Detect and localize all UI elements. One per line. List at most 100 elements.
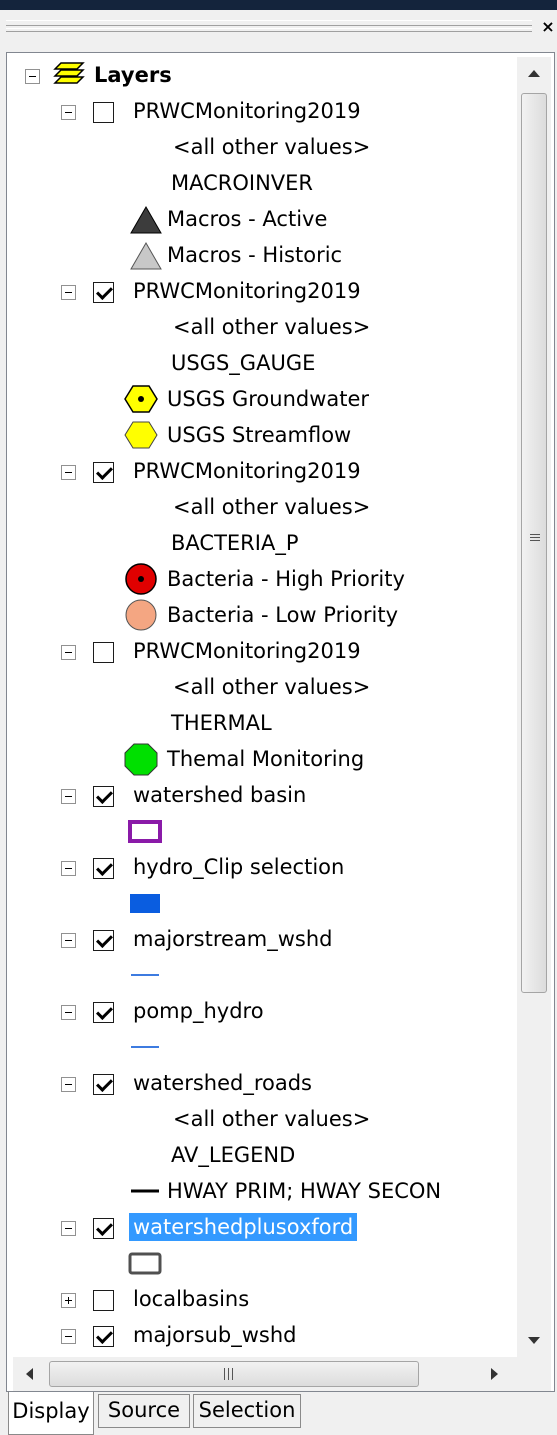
collapse-toggle[interactable] <box>25 69 40 84</box>
layer-name[interactable]: watershed basin <box>133 781 306 809</box>
layer-row[interactable]: watershed basin <box>7 777 517 813</box>
legend-class[interactable]: Macros - Active <box>7 201 517 237</box>
legend-field-name: BACTERIA_P <box>171 531 299 555</box>
collapse-toggle[interactable] <box>61 1005 76 1020</box>
close-button[interactable]: × <box>539 18 557 36</box>
layer-name[interactable]: localbasins <box>133 1285 249 1313</box>
layer-name[interactable]: PRWCMonitoring2019 <box>133 277 361 305</box>
layer-visibility-checkbox[interactable] <box>93 282 114 303</box>
legend-class[interactable]: HWAY PRIM; HWAY SECON <box>7 1173 517 1209</box>
layer-row[interactable]: PRWCMonitoring2019 <box>7 273 517 309</box>
collapse-toggle[interactable] <box>61 1077 76 1092</box>
layer-visibility-checkbox[interactable] <box>93 1290 114 1311</box>
tab-source[interactable]: Source <box>98 1394 190 1428</box>
expand-toggle[interactable] <box>61 1293 76 1308</box>
layer-row[interactable]: watershedplusoxford <box>7 1209 517 1245</box>
thumb-grip-icon <box>222 1368 236 1380</box>
legend-class[interactable]: USGS Streamflow <box>7 417 517 453</box>
vertical-scroll-thumb[interactable] <box>521 93 547 993</box>
line-black-icon <box>131 1189 159 1193</box>
tab-display[interactable]: Display <box>8 1392 94 1435</box>
legend-field-name: MACROINVER <box>171 171 314 195</box>
legend-symbol[interactable] <box>7 813 517 849</box>
hexagon-icon <box>124 421 158 449</box>
legend-class[interactable]: Bacteria - Low Priority <box>7 597 517 633</box>
legend-other-values: <all other values> <box>173 135 371 159</box>
layer-visibility-checkbox[interactable] <box>93 1326 114 1347</box>
layer-row[interactable]: PRWCMonitoring2019 <box>7 633 517 669</box>
layer-name[interactable]: watershedplusoxford <box>129 1213 358 1241</box>
layer-name[interactable]: watershed_roads <box>133 1069 312 1097</box>
collapse-toggle[interactable] <box>61 861 76 876</box>
scroll-down-arrow-icon[interactable] <box>517 1323 551 1357</box>
layer-visibility-checkbox[interactable] <box>93 1218 114 1239</box>
layer-name[interactable]: majorstream_wshd <box>133 925 333 953</box>
scroll-right-arrow-icon[interactable] <box>477 1357 511 1391</box>
legend-field-name: USGS_GAUGE <box>171 351 316 375</box>
layer-row[interactable]: PRWCMonitoring2019 <box>7 93 517 129</box>
legend-symbol[interactable] <box>7 885 517 921</box>
layer-visibility-checkbox[interactable] <box>93 102 114 123</box>
layer-visibility-checkbox[interactable] <box>93 462 114 483</box>
collapse-toggle[interactable] <box>61 105 76 120</box>
collapse-toggle[interactable] <box>61 645 76 660</box>
layer-row[interactable]: hydro_Clip selection <box>7 849 517 885</box>
layer-visibility-checkbox[interactable] <box>93 1002 114 1023</box>
scroll-left-arrow-icon[interactable] <box>13 1357 47 1391</box>
legend-class[interactable]: Bacteria - High Priority <box>7 561 517 597</box>
layer-visibility-checkbox[interactable] <box>93 858 114 879</box>
collapse-toggle[interactable] <box>61 285 76 300</box>
layer-name[interactable]: PRWCMonitoring2019 <box>133 97 361 125</box>
polygon-outline-gray-icon <box>128 1252 162 1275</box>
layer-name[interactable]: majorsub_wshd <box>133 1321 296 1349</box>
polygon-outline-purple-icon <box>128 820 162 843</box>
layer-name[interactable]: PRWCMonitoring2019 <box>133 637 361 665</box>
line-blue-icon <box>131 1046 159 1048</box>
collapse-toggle[interactable] <box>61 933 76 948</box>
horizontal-scroll-thumb[interactable] <box>49 1361 419 1387</box>
layer-name[interactable]: PRWCMonitoring2019 <box>133 457 361 485</box>
window-title-bar <box>0 0 557 10</box>
legend-symbol[interactable] <box>7 1029 517 1065</box>
layer-visibility-checkbox[interactable] <box>93 1074 114 1095</box>
layer-name[interactable]: hydro_Clip selection <box>133 853 344 881</box>
legend-class[interactable]: USGS Groundwater <box>7 381 517 417</box>
triangle-light-icon <box>130 241 162 270</box>
octagon-green-icon <box>124 743 158 776</box>
collapse-toggle[interactable] <box>61 789 76 804</box>
layer-visibility-checkbox[interactable] <box>93 930 114 951</box>
legend-class[interactable]: Macros - Historic <box>7 237 517 273</box>
collapse-toggle[interactable] <box>61 1221 76 1236</box>
tree-root-layers[interactable]: Layers <box>7 57 517 93</box>
legend-class[interactable]: Themal Monitoring <box>7 741 517 777</box>
triangle-dark-icon <box>130 205 162 234</box>
legend-other-values: <all other values> <box>173 315 371 339</box>
hexagon-dot-icon <box>124 385 158 413</box>
vertical-scrollbar[interactable] <box>517 57 551 1357</box>
layer-visibility-checkbox[interactable] <box>93 642 114 663</box>
dock-grip[interactable] <box>6 20 532 32</box>
root-label: Layers <box>94 63 172 87</box>
collapse-toggle[interactable] <box>61 1329 76 1344</box>
legend-other-values: <all other values> <box>173 675 371 699</box>
legend-field-name: THERMAL <box>171 711 272 735</box>
layer-visibility-checkbox[interactable] <box>93 786 114 807</box>
layer-row[interactable]: pomp_hydro <box>7 993 517 1029</box>
scroll-up-arrow-icon[interactable] <box>517 57 551 91</box>
layer-row[interactable]: majorsub_wshd <box>7 1317 517 1353</box>
layer-row[interactable]: watershed_roads <box>7 1065 517 1101</box>
layer-row[interactable]: majorstream_wshd <box>7 921 517 957</box>
collapse-toggle[interactable] <box>61 465 76 480</box>
circle-salmon-icon <box>125 599 157 631</box>
layer-row[interactable]: localbasins <box>7 1281 517 1317</box>
layer-row[interactable]: PRWCMonitoring2019 <box>7 453 517 489</box>
legend-other-values: <all other values> <box>173 1107 371 1131</box>
legend-symbol[interactable] <box>7 1245 517 1281</box>
horizontal-scrollbar[interactable] <box>13 1357 511 1391</box>
thumb-grip-icon <box>530 534 540 543</box>
tab-selection[interactable]: Selection <box>193 1394 301 1428</box>
legend-other-values: <all other values> <box>173 495 371 519</box>
legend-symbol[interactable] <box>7 957 517 993</box>
polygon-fill-blue-icon <box>130 894 160 913</box>
layer-name[interactable]: pomp_hydro <box>133 997 264 1025</box>
